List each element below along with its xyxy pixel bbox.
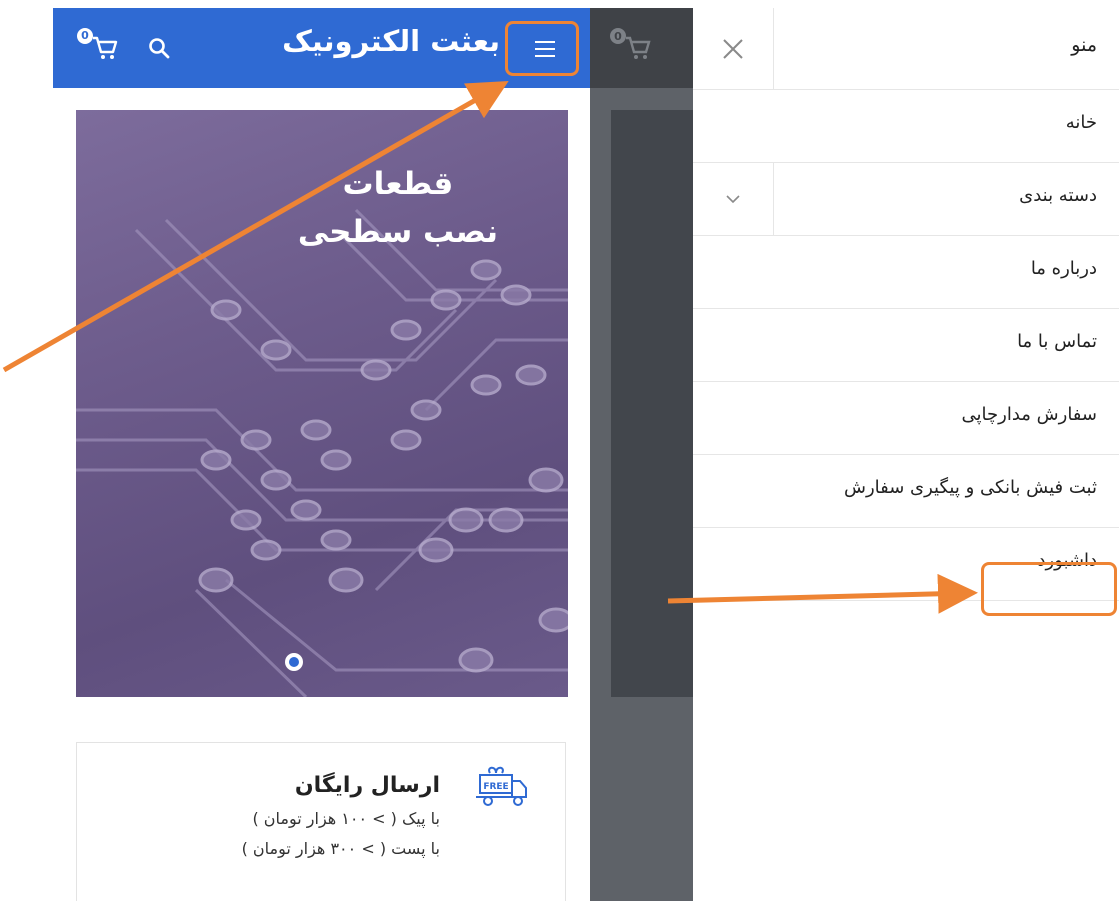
chevron-down-icon (726, 195, 740, 204)
drawer-header: منو (693, 8, 1119, 90)
slider-dot[interactable] (285, 653, 303, 671)
search-icon[interactable] (147, 36, 171, 60)
free-shipping-title: ارسال رایگان (294, 773, 440, 798)
app-title: بعثت الکترونیک (282, 24, 500, 58)
hero-caption-line2: نصب سطحی (297, 214, 498, 250)
menu-item-payment-tracking[interactable]: ثبت فیش بانکی و پیگیری سفارش (693, 455, 1119, 528)
home-screen: 0 بعثت الکترونیک قطعات نصب سطحی FREE ارس… (53, 8, 590, 901)
hero-slider[interactable]: قطعات نصب سطحی (76, 110, 568, 697)
navigation-drawer: منو خانه دسته بندی درباره ما تماس با ما … (693, 8, 1119, 901)
free-shipping-courier-line: با پیک ( > ۱۰۰ هزار تومان ) (252, 809, 440, 828)
cart-count-badge: 0 (77, 28, 93, 44)
menu-open-screen: 0 منو خانه دسته بندی درباره ما تماس با م… (590, 8, 1119, 901)
free-label: FREE (483, 782, 508, 792)
free-shipping-post-line: با پست ( > ۳۰۰ هزار تومان ) (241, 839, 440, 858)
free-shipping-card: FREE ارسال رایگان با پیک ( > ۱۰۰ هزار تو… (76, 742, 566, 901)
menu-item-label: درباره ما (1030, 258, 1097, 279)
hero-caption-line1: قطعات (342, 166, 454, 202)
menu-item-about[interactable]: درباره ما (693, 236, 1119, 309)
hero-caption: قطعات نصب سطحی (298, 160, 498, 256)
menu-item-home[interactable]: خانه (693, 90, 1119, 163)
menu-item-label: سفارش مدارچاپی (961, 404, 1097, 425)
menu-item-label: خانه (1065, 112, 1097, 133)
menu-item-label: تماس با ما (1017, 331, 1097, 352)
expand-categories-button[interactable] (693, 163, 774, 235)
menu-item-label: دسته بندی (1019, 185, 1097, 206)
menu-item-label: ثبت فیش بانکی و پیگیری سفارش (843, 477, 1097, 498)
close-icon (723, 39, 743, 59)
menu-item-contact[interactable]: تماس با ما (693, 309, 1119, 382)
dashboard-highlight (981, 562, 1117, 616)
close-drawer-button[interactable] (693, 8, 774, 89)
drawer-title: منو (1071, 34, 1097, 56)
cart-icon[interactable]: 0 (77, 28, 123, 64)
dimmed-cart-count: 0 (614, 30, 622, 43)
menu-item-pcb-order[interactable]: سفارش مدارچاپی (693, 382, 1119, 455)
dimmed-cart-icon: 0 (610, 28, 656, 64)
menu-button-highlight (505, 21, 579, 76)
free-delivery-truck-icon: FREE (476, 763, 530, 813)
menu-item-categories[interactable]: دسته بندی (693, 163, 1119, 236)
